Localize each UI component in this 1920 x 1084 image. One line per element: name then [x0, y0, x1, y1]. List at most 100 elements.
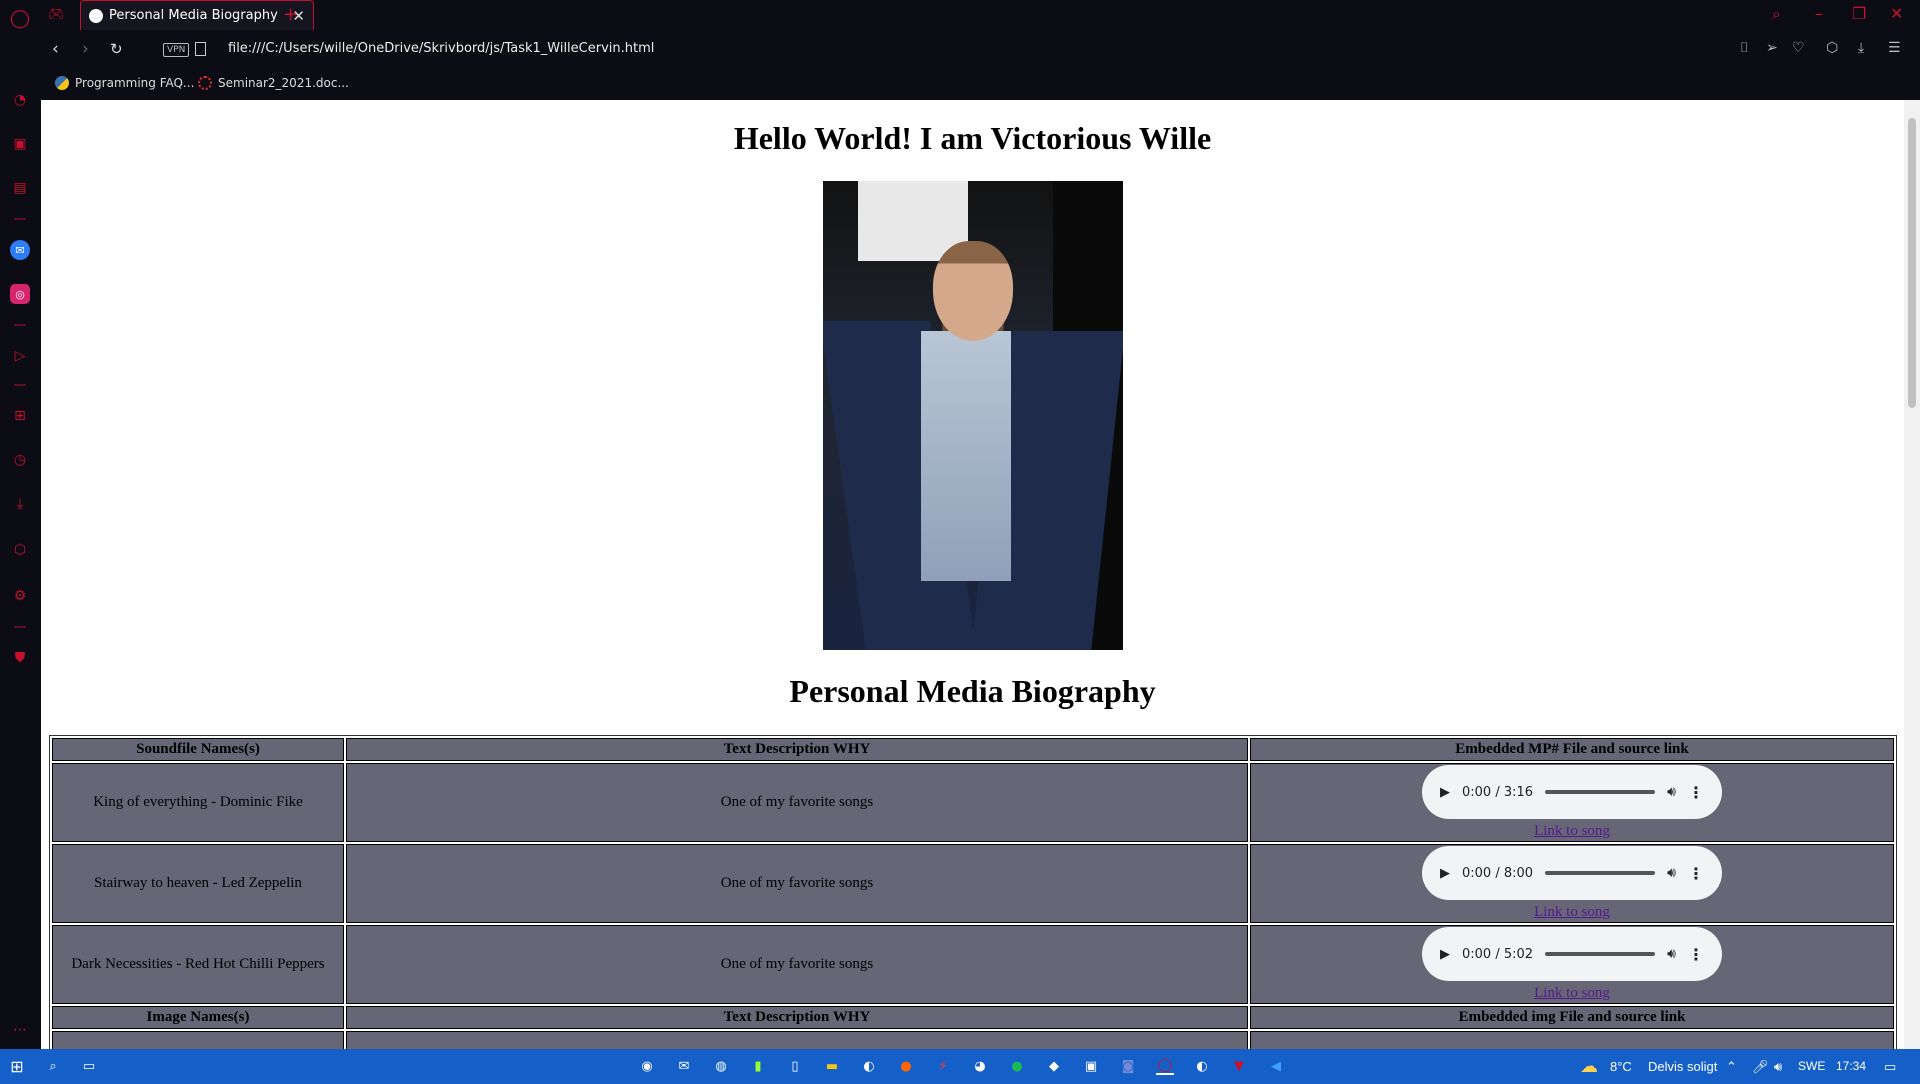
app-icon[interactable]: ⚡︎ [934, 1057, 952, 1075]
bookmark-seminar2[interactable]: Seminar2_2021.doc... [198, 76, 349, 90]
app-icon[interactable]: ▮ [749, 1057, 767, 1075]
song-name: Dark Necessities - Red Hot Chilli Pepper… [52, 925, 344, 1004]
more-options-icon[interactable]: ⋮ [1688, 945, 1704, 964]
app-icon[interactable]: ▼ [1230, 1057, 1248, 1075]
bookmark-programming-faq[interactable]: Programming FAQ... [55, 76, 194, 90]
github-icon[interactable]: ◕ [971, 1057, 989, 1075]
minimize-icon[interactable]: – [1815, 4, 1823, 23]
downloads-icon[interactable]: ⤓ [10, 494, 30, 514]
url-field[interactable]: file:///C:/Users/wille/OneDrive/Skrivbor… [228, 41, 654, 56]
maximize-icon[interactable]: ❐ [1852, 4, 1866, 23]
play-icon[interactable]: ▶ [1440, 866, 1450, 881]
audio-player[interactable]: ▶ 0:00 / 3:16 🔊︎ ⋮ [1422, 765, 1722, 819]
song-link[interactable]: Link to song [1251, 904, 1893, 921]
speaker-icon[interactable]: 🔊︎ [1774, 1059, 1782, 1075]
song-link[interactable]: Link to song [1251, 823, 1893, 840]
download-icon[interactable]: ⤓ [1858, 40, 1864, 56]
microphone-icon[interactable]: 🎤︎ [1752, 1059, 1769, 1075]
opera-icon[interactable]: ◯ [1156, 1057, 1174, 1075]
header-soundfile-names: Soundfile Names(s) [52, 738, 344, 761]
search-icon[interactable]: ⌕ [44, 1057, 62, 1075]
close-window-icon[interactable]: ✕ [1890, 4, 1903, 23]
audio-progress-slider[interactable] [1545, 790, 1656, 794]
snapshot-icon[interactable]: ⌷ [1740, 40, 1748, 56]
spotify-icon[interactable]: ● [1008, 1057, 1026, 1075]
tab-bar: 🎮︎ Personal Media Biography ✕ + ⌕ – ❐ ✕ [40, 0, 1920, 30]
easy-setup-icon[interactable]: ☰ [1888, 40, 1901, 56]
app-icon[interactable]: ◉ [638, 1057, 656, 1075]
header-embedded-mp3: Embedded MP# File and source link [1250, 738, 1894, 761]
app-icon[interactable]: ▣ [1082, 1057, 1100, 1075]
taskbar: ⊞ ⌕ ▭ ◉ ✉ ◍ ▮ ▯ ▬ ◐ ● ⚡︎ ◕ ● ◆ ▣ ◙ ◯ ◐ ▼… [0, 1049, 1920, 1084]
heart-icon[interactable]: ♡ [1792, 40, 1805, 56]
table-row: King of everything - Dominic Fike One of… [52, 763, 1894, 842]
task-view-icon[interactable]: ▭ [80, 1057, 98, 1075]
new-tab-button[interactable]: + [283, 4, 298, 25]
shopping-icon[interactable]: ▣ [10, 134, 30, 154]
gamepad-icon[interactable]: 🎮︎ [48, 7, 65, 22]
vpn-badge[interactable]: VPN [163, 43, 190, 57]
tab-personal-media-biography[interactable]: Personal Media Biography ✕ [80, 0, 314, 30]
table-header-row: Image Names(s) Text Description WHY Embe… [52, 1006, 1894, 1029]
vscode-icon[interactable]: ◀ [1267, 1057, 1285, 1075]
scrollbar-thumb[interactable] [1908, 118, 1916, 408]
app-icon[interactable]: ▯ [786, 1057, 804, 1075]
page-heading: Hello World! I am Victorious Wille [733, 120, 1212, 156]
weather-temperature[interactable]: 8°C [1610, 1059, 1632, 1074]
discord-icon[interactable]: ◙ [1119, 1057, 1137, 1075]
windows-start-icon[interactable]: ⊞ [8, 1057, 26, 1076]
address-bar: ‹ › ↻ VPN file:///C:/Users/wille/OneDriv… [40, 30, 1920, 70]
clock[interactable]: 17:34 [1836, 1059, 1866, 1073]
extensions-icon[interactable]: ⬡ [10, 540, 30, 560]
song-name: Stairway to heaven - Led Zeppelin [52, 844, 344, 923]
messenger-icon[interactable]: ✉ [10, 240, 30, 260]
ublock-icon[interactable]: ⛊ [10, 648, 30, 668]
reload-icon[interactable]: ↻ [110, 40, 123, 58]
song-link[interactable]: Link to song [1251, 985, 1893, 1002]
weather-description[interactable]: Delvis soligt [1648, 1059, 1717, 1074]
settings-icon[interactable]: ⚙ [10, 586, 30, 606]
mail-icon[interactable]: ✉ [675, 1057, 693, 1075]
player-icon[interactable]: ▷ [10, 346, 30, 366]
forward-icon[interactable]: › [82, 39, 89, 59]
opera-logo-icon[interactable]: ◯ [10, 8, 30, 29]
language-indicator[interactable]: SWE [1798, 1059, 1825, 1073]
weather-icon[interactable]: ☁ [1580, 1056, 1598, 1077]
workspaces-icon[interactable]: ⊞ [10, 406, 30, 426]
table-row: Dark Necessities - Red Hot Chilli Pepper… [52, 925, 1894, 1004]
play-icon[interactable]: ▶ [1440, 947, 1450, 962]
sidebar-separator [14, 324, 26, 326]
table-header-row: Soundfile Names(s) Text Description WHY … [52, 738, 1894, 761]
app-icon[interactable]: ◆ [1045, 1057, 1063, 1075]
notifications-icon[interactable]: ▭ [1884, 1059, 1896, 1075]
tab-title: Personal Media Biography [109, 8, 278, 23]
more-options-icon[interactable]: ⋮ [1688, 783, 1704, 802]
audio-progress-slider[interactable] [1545, 952, 1656, 956]
search-icon[interactable]: ⌕ [1772, 4, 1781, 24]
volume-icon[interactable]: 🔊︎ [1667, 865, 1676, 881]
more-options-icon[interactable]: ⋮ [1688, 864, 1704, 883]
cube-icon[interactable]: ⬡ [1826, 40, 1838, 56]
back-icon[interactable]: ‹ [52, 39, 59, 59]
app-icon[interactable]: ◍ [712, 1057, 730, 1075]
page-subheading: Personal Media Biography [789, 673, 1156, 709]
play-icon[interactable]: ▶ [1440, 785, 1450, 800]
app-icon[interactable]: ● [897, 1057, 915, 1075]
audio-player[interactable]: ▶ 0:00 / 8:00 🔊︎ ⋮ [1422, 846, 1722, 900]
volume-icon[interactable]: 🔊︎ [1667, 946, 1676, 962]
audio-player[interactable]: ▶ 0:00 / 5:02 🔊︎ ⋮ [1422, 927, 1722, 981]
volume-icon[interactable]: 🔊︎ [1667, 784, 1676, 800]
more-icon[interactable]: ⋯ [10, 1020, 30, 1040]
speed-dial-icon[interactable]: ◔ [10, 90, 30, 110]
instagram-icon[interactable]: ◎ [10, 284, 30, 304]
file-explorer-icon[interactable]: ▬ [823, 1057, 841, 1075]
audio-progress-slider[interactable] [1545, 871, 1656, 875]
steam-icon[interactable]: ◐ [1193, 1057, 1211, 1075]
web-page: Hello World! I am Victorious Wille Perso… [41, 100, 1904, 1049]
twitch-icon[interactable]: ▤ [10, 178, 30, 198]
page-scrollbar[interactable] [1904, 100, 1920, 1049]
steam-icon[interactable]: ◐ [860, 1057, 878, 1075]
chevron-up-icon[interactable]: ⌃ [1726, 1059, 1737, 1075]
history-icon[interactable]: ◷ [10, 450, 30, 470]
send-icon[interactable]: ➢ [1766, 40, 1778, 56]
